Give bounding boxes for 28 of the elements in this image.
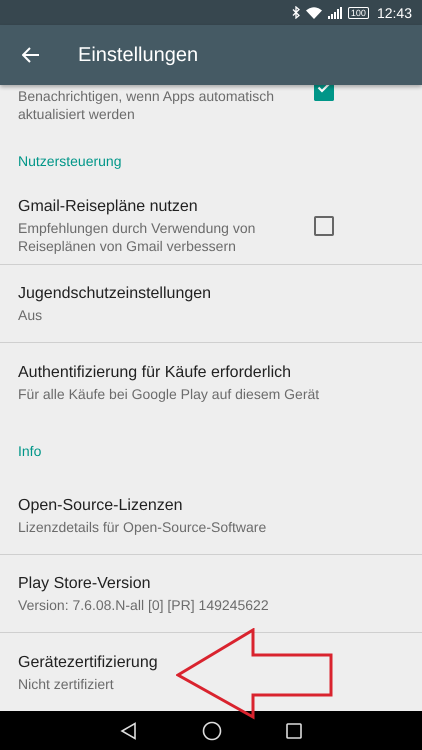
setting-summary: Version: 7.6.08.N-all [0] [PR] 149245622 [18, 596, 270, 614]
section-header: Nutzersteuerung [17, 152, 123, 171]
wifi-icon [306, 6, 322, 18]
setting-title[interactable]: Authentifizierung für Käufe erforderlich [18, 362, 404, 382]
setting-summary: Benachrichtigen, wenn Apps automatisch aktualisiert werden [18, 87, 276, 123]
setting-title[interactable]: Jugendschutzeinstellungen [18, 283, 404, 304]
battery-level: 100 [348, 6, 369, 18]
back-button[interactable] [120, 722, 138, 740]
back-button[interactable] [22, 47, 40, 63]
home-button[interactable] [202, 720, 222, 740]
setting-summary: Lizenzdetails für Open-Source-Software [18, 518, 268, 536]
setting-title[interactable]: Open-Source-Lizenzen [18, 495, 404, 516]
setting-title[interactable]: Gerätezertifizierung [18, 652, 404, 672]
setting-summary: Nicht zertifiziert [18, 674, 115, 692]
setting-summary: Aus [18, 306, 44, 324]
screen-title: Einstellungen [78, 44, 198, 66]
setting-title[interactable]: Gmail-Reisepläne nutzen [18, 196, 294, 217]
setting-title[interactable]: Play Store-Version [18, 573, 404, 594]
bluetooth-icon [292, 6, 300, 19]
checkbox[interactable] [314, 85, 334, 101]
checkbox[interactable] [314, 216, 334, 236]
setting-summary: Empfehlungen durch Verwendung von Reiseplänen von Gmail verbessern [18, 219, 256, 255]
section-header: Info [17, 442, 42, 461]
signal-icon [328, 6, 342, 18]
check-icon [317, 82, 331, 93]
clock-time: 12:43 [376, 4, 412, 20]
recents-button[interactable] [286, 722, 302, 738]
setting-summary: Für alle Käufe bei Google Play auf diesem Gerät [18, 384, 320, 402]
